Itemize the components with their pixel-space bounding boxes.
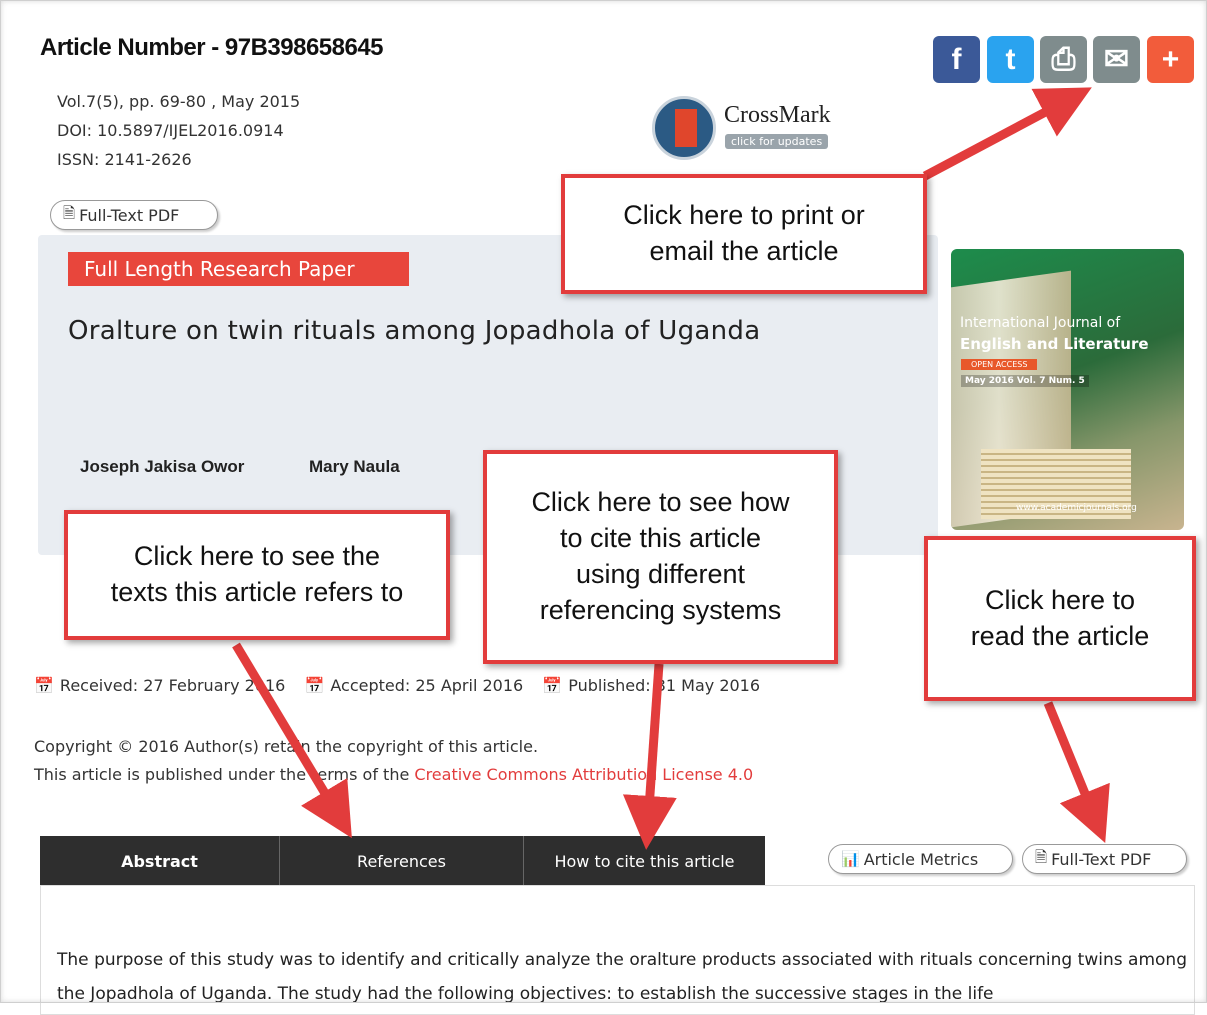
- crossmark-icon: [652, 96, 716, 160]
- crossmark-subtitle: click for updates: [725, 134, 829, 149]
- pdf-icon: 🗎: [63, 203, 76, 222]
- copyright-line: Copyright © 2016 Author(s) retain the co…: [34, 737, 539, 756]
- callout-read: Click here to read the article: [924, 536, 1196, 701]
- crossmark-title: CrossMark: [724, 102, 831, 128]
- article-type-badge: Full Length Research Paper: [68, 252, 409, 286]
- tab-abstract[interactable]: Abstract: [40, 836, 280, 886]
- arrow-to-references-tab: [232, 642, 352, 839]
- callout-print-email: Click here to print or email the article: [561, 174, 927, 294]
- published-date: Published: 31 May 2016: [568, 676, 761, 695]
- author-link[interactable]: Mary Naula: [309, 457, 400, 477]
- full-text-pdf-button[interactable]: 🗎 Full-Text PDF: [1022, 844, 1187, 874]
- article-number: Article Number - 97B398658645: [40, 34, 384, 61]
- callout-references: Click here to see the texts this article…: [64, 510, 450, 640]
- add-icon[interactable]: +: [1147, 36, 1194, 83]
- full-text-pdf-label: Full-Text PDF: [1051, 849, 1152, 869]
- full-text-pdf-label: Full-Text PDF: [79, 205, 180, 225]
- cover-url: www.academicjournals.org: [1016, 503, 1137, 513]
- cover-journal-line2: English and Literature: [960, 335, 1149, 353]
- calendar-icon: 📅: [304, 676, 325, 695]
- twitter-icon[interactable]: t: [987, 36, 1034, 83]
- print-icon[interactable]: ⎙: [1040, 36, 1087, 83]
- license-line: This article is published under the term…: [34, 765, 753, 784]
- author-link[interactable]: Joseph Jakisa Owor: [80, 457, 244, 477]
- article-issn: ISSN: 2141-2626: [57, 150, 192, 169]
- arrow-to-share-icons: [922, 87, 1092, 180]
- article-metrics-button[interactable]: 📊 Article Metrics: [828, 844, 1013, 874]
- journal-cover-image: International Journal of English and Lit…: [951, 249, 1184, 530]
- received-date: Received: 27 February 2016: [59, 676, 286, 695]
- license-link[interactable]: Creative Commons Attribution License 4.0: [414, 765, 753, 784]
- callout-cite: Click here to see how to cite this artic…: [483, 450, 838, 664]
- facebook-icon[interactable]: f: [933, 36, 980, 83]
- license-prefix: This article is published under the term…: [34, 765, 415, 784]
- article-doi: DOI: 10.5897/IJEL2016.0914: [57, 121, 284, 140]
- bar-chart-icon: 📊: [841, 850, 860, 868]
- pdf-icon: 🗎: [1035, 847, 1048, 866]
- article-title: Oralture on twin rituals among Jopadhola…: [68, 316, 761, 346]
- article-tabs: Abstract References How to cite this art…: [40, 836, 765, 886]
- full-text-pdf-button[interactable]: 🗎 Full-Text PDF: [50, 200, 218, 230]
- calendar-icon: 📅: [542, 676, 563, 695]
- tab-how-to-cite[interactable]: How to cite this article: [524, 836, 765, 886]
- article-dates: 📅 Received: 27 February 2016 📅 Accepted: 2…: [34, 676, 760, 695]
- calendar-icon: 📅: [34, 676, 54, 695]
- arrow-to-pdf-button: [1043, 701, 1110, 843]
- cover-journal-line1: International Journal of: [960, 315, 1121, 331]
- cover-issue: May 2016 Vol. 7 Num. 5: [961, 375, 1089, 387]
- article-volume: Vol.7(5), pp. 69-80 , May 2015: [57, 92, 301, 111]
- tab-references[interactable]: References: [280, 836, 524, 886]
- crossmark-badge[interactable]: CrossMark click for updates: [652, 96, 852, 164]
- accepted-date: Accepted: 25 April 2016: [330, 676, 524, 695]
- email-icon[interactable]: ✉: [1093, 36, 1140, 83]
- article-metrics-label: Article Metrics: [863, 849, 979, 869]
- abstract-text: The purpose of this study was to identif…: [57, 950, 1187, 1004]
- cover-open-access: OPEN ACCESS: [961, 359, 1038, 370]
